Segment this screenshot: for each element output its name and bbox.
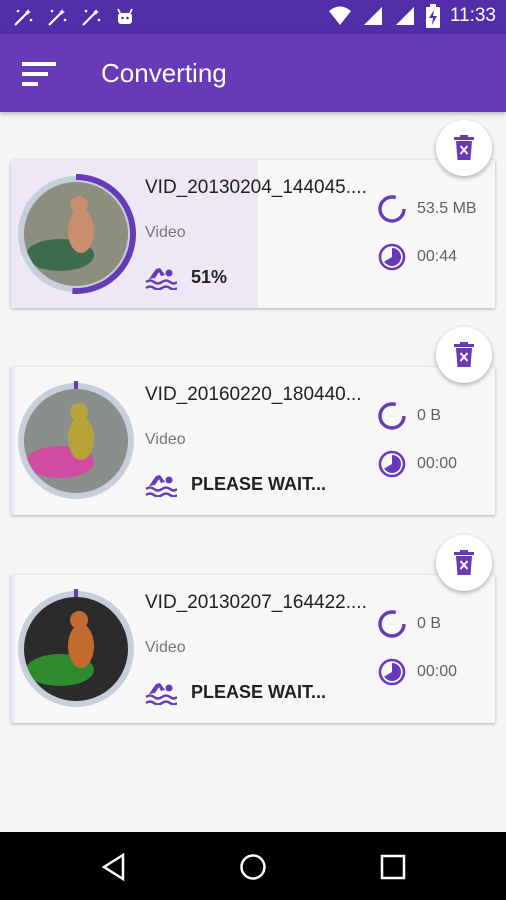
file-size: 0 B xyxy=(417,615,442,632)
recents-icon[interactable] xyxy=(378,852,408,882)
wand-icon xyxy=(48,9,67,26)
delete-icon xyxy=(454,135,474,160)
page-title: Converting xyxy=(101,58,227,88)
wand-icon xyxy=(82,9,101,26)
battery-charging-icon xyxy=(425,4,440,28)
sort-menu-icon[interactable] xyxy=(20,60,60,88)
video-thumbnail xyxy=(15,588,137,710)
progress-tick xyxy=(74,589,78,597)
progress-ring-icon xyxy=(378,195,406,223)
clock-pie-icon xyxy=(378,243,406,271)
swimming-icon xyxy=(145,475,177,497)
duration: 00:44 xyxy=(417,248,458,265)
status-row: 51% xyxy=(145,264,227,290)
file-size-row: 0 B xyxy=(377,609,441,639)
file-name: VID_20130204_144045.... xyxy=(145,177,367,198)
swimming-icon xyxy=(145,683,177,705)
clock-pie-icon xyxy=(378,450,406,478)
file-size: 0 B xyxy=(417,407,442,424)
signal-icon xyxy=(395,7,414,25)
video-thumbnail xyxy=(15,380,137,502)
conversion-item[interactable]: VID_20130204_144045.... Video 51% 53.5 M… xyxy=(11,160,495,308)
video-thumbnail xyxy=(15,173,137,295)
status-text: 51% xyxy=(191,266,228,287)
system-icons: 11:33 xyxy=(328,4,496,28)
file-name: VID_20130207_164422.... xyxy=(145,592,367,613)
status-row: PLEASE WAIT... xyxy=(145,679,326,705)
status-text: PLEASE WAIT... xyxy=(191,681,327,702)
notification-icons xyxy=(12,6,136,28)
conversion-item[interactable]: VID_20160220_180440... Video PLEASE WAIT… xyxy=(11,367,495,515)
delete-icon xyxy=(454,342,474,367)
file-name: VID_20160220_180440... xyxy=(145,384,362,405)
android-icon xyxy=(117,8,133,24)
duration: 00:00 xyxy=(417,455,458,472)
progress-tick xyxy=(74,381,78,389)
conversion-item[interactable]: VID_20130207_164422.... Video PLEASE WAI… xyxy=(11,575,495,723)
duration: 00:00 xyxy=(417,663,458,680)
status-row: PLEASE WAIT... xyxy=(145,471,326,497)
file-type: Video xyxy=(145,224,186,241)
delete-icon xyxy=(454,550,474,575)
home-icon[interactable] xyxy=(238,852,268,882)
back-icon[interactable] xyxy=(99,852,129,882)
clock-pie-icon xyxy=(378,658,406,686)
duration-row: 00:00 xyxy=(377,657,457,687)
status-bar: 11:33 xyxy=(0,0,506,34)
navigation-bar xyxy=(0,832,506,900)
wifi-icon xyxy=(328,6,351,25)
delete-button[interactable] xyxy=(436,120,492,176)
signal-icon xyxy=(363,7,382,25)
progress-ring-icon xyxy=(378,402,406,430)
wand-icon xyxy=(14,9,33,26)
file-type: Video xyxy=(145,639,186,656)
file-size-row: 0 B xyxy=(377,401,441,431)
file-type: Video xyxy=(145,431,186,448)
clock: 11:33 xyxy=(449,5,496,26)
duration-row: 00:00 xyxy=(377,449,457,479)
duration-row: 00:44 xyxy=(377,242,457,272)
progress-ring-icon xyxy=(378,610,406,638)
file-size-row: 53.5 MB xyxy=(377,194,477,224)
delete-button[interactable] xyxy=(436,535,492,591)
swimming-icon xyxy=(145,268,177,290)
conversion-list: VID_20130204_144045.... Video 51% 53.5 M… xyxy=(0,112,506,832)
delete-button[interactable] xyxy=(436,327,492,383)
status-text: PLEASE WAIT... xyxy=(191,473,327,494)
app-bar: Converting xyxy=(0,34,506,112)
file-size: 53.5 MB xyxy=(417,200,477,217)
